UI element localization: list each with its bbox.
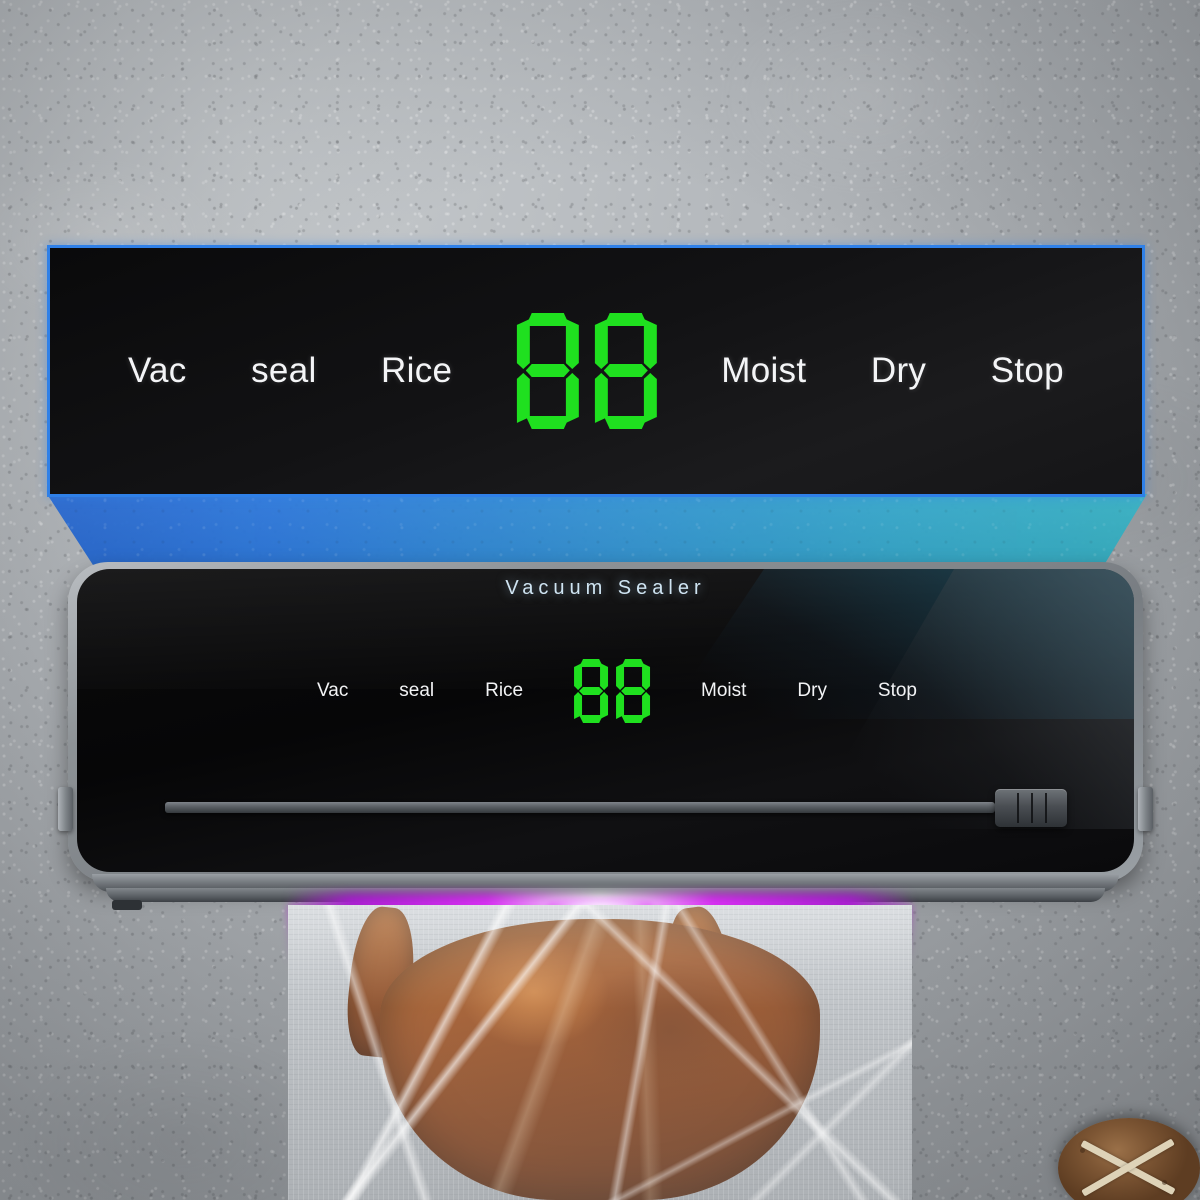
callout-button-moist[interactable]: Moist <box>721 351 806 391</box>
bag-crease-highlights <box>288 905 912 1200</box>
callout-button-dry[interactable]: Dry <box>871 351 926 391</box>
vacuum-sealer-device: Vacuum Sealer Vac seal Rice Moist Dry St… <box>58 562 1153 910</box>
mushroom-spot <box>1080 1148 1085 1153</box>
device-button-seal[interactable]: seal <box>399 680 434 702</box>
mushroom-spot <box>1162 1180 1167 1185</box>
device-button-moist[interactable]: Moist <box>701 680 746 702</box>
device-button-row: Vac seal Rice Moist Dry Stop <box>317 659 917 723</box>
device-top-face: Vacuum Sealer Vac seal Rice Moist Dry St… <box>77 569 1134 872</box>
device-led-display <box>574 659 651 723</box>
product-photo-scene: Vac seal Rice Moist Dry Stop Vacuum Seal… <box>0 0 1200 1200</box>
device-led-digit-1 <box>574 659 609 723</box>
device-button-rice[interactable]: Rice <box>485 680 523 702</box>
callout-led-digit-2 <box>594 313 657 429</box>
side-release-latch-right-icon[interactable] <box>1138 787 1153 831</box>
device-foot <box>112 900 142 910</box>
callout-led-digit-1 <box>516 313 579 429</box>
bag-cutter-slider[interactable] <box>995 789 1067 827</box>
device-brand-label: Vacuum Sealer <box>505 577 706 599</box>
callout-button-vac[interactable]: Vac <box>128 351 187 391</box>
callout-button-row: Vac seal Rice Moist Dry Stop <box>50 248 1142 494</box>
callout-button-rice[interactable]: Rice <box>381 351 452 391</box>
callout-led-display <box>516 313 657 429</box>
zoomed-control-panel: Vac seal Rice Moist Dry Stop <box>47 245 1145 497</box>
callout-button-stop[interactable]: Stop <box>991 351 1064 391</box>
vacuum-bag <box>288 905 912 1200</box>
callout-button-seal[interactable]: seal <box>251 351 316 391</box>
device-button-vac[interactable]: Vac <box>317 680 348 702</box>
heat-sealing-strip <box>165 802 995 813</box>
device-button-dry[interactable]: Dry <box>797 680 827 702</box>
device-button-stop[interactable]: Stop <box>878 680 917 702</box>
side-release-latch-left-icon[interactable] <box>58 787 73 831</box>
device-led-digit-2 <box>616 659 651 723</box>
